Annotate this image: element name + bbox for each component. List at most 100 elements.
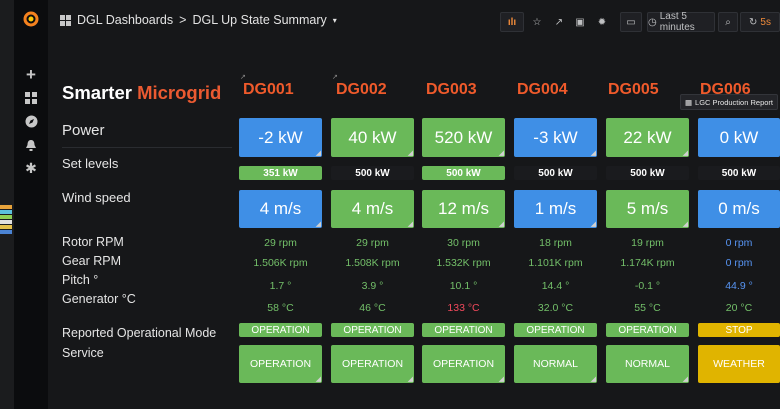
add-panel-icon[interactable]: ılı [500,12,524,32]
resize-corner-icon: ◢ [407,150,413,157]
plus-icon[interactable]: + [22,65,40,84]
edge-strip [0,230,12,234]
resize-corner-icon: ◢ [682,376,688,383]
power-tile-dg003[interactable]: 520 kW ◢ [422,118,505,157]
rotor-rpm-dg005: 19 rpm [631,237,664,249]
power-tile-dg005[interactable]: 22 kW ◢ [606,118,689,157]
breadcrumb-root[interactable]: DGL Dashboards [77,13,173,27]
power-value: 40 kW [348,127,397,147]
power-tile-dg002[interactable]: 40 kW ◢ [331,118,414,157]
wind-value: 5 m/s [626,199,669,218]
resize-corner-icon: ◢ [315,376,321,383]
pitch-dg001: 1.7 ° [269,280,292,292]
set-level-tile-dg006[interactable]: 500 kW [698,166,780,180]
tv-mode-icon[interactable]: ▭ [620,12,642,32]
generator-header-dg003[interactable]: DG003 [426,81,477,99]
star-icon[interactable]: ☆ [527,12,547,32]
set-level-tile-dg004[interactable]: 500 kW [514,166,597,180]
refresh-picker[interactable]: ↻ 5s [740,12,780,32]
panel-link-icon[interactable]: ↗ [240,73,246,81]
power-tile-dg001[interactable]: -2 kW ◢ [239,118,322,157]
chevron-down-icon[interactable]: ▾ [333,16,337,25]
mode-value: OPERATION [343,324,402,336]
edge-strip [0,220,12,224]
wind-value: 4 m/s [259,199,302,218]
save-icon[interactable]: ▣ [570,12,590,32]
service-tile-dg001[interactable]: OPERATION ◢ [239,345,322,383]
mode-tile-dg004[interactable]: OPERATION [514,323,597,337]
edge-strip [0,205,12,209]
service-tile-dg004[interactable]: NORMAL ◢ [514,345,597,383]
rotor-rpm-dg002: 29 rpm [356,237,389,249]
share-icon[interactable]: ↗ [549,12,569,32]
gear-rpm-dg005: 1.174K rpm [620,257,675,269]
power-tile-dg004[interactable]: -3 kW ◢ [514,118,597,157]
set-level-value: 351 kW [263,167,298,179]
zoom-out-icon[interactable]: ⌕ [718,12,738,32]
wind-tile-dg001[interactable]: 4 m/s ◢ [239,190,322,228]
settings-gear-icon[interactable]: ✹ [592,12,612,32]
service-tile-dg003[interactable]: OPERATION ◢ [422,345,505,383]
wind-tile-dg005[interactable]: 5 m/s ◢ [606,190,689,228]
set-level-value: 500 kW [721,167,757,179]
title-text: Smarter [62,82,138,103]
dashboards-icon[interactable] [22,89,40,107]
power-tile-dg006[interactable]: 0 kW [698,118,780,157]
service-value: NORMAL [533,358,578,370]
generator-header-dg004[interactable]: DG004 [517,81,568,99]
wind-tile-dg006[interactable]: 0 m/s [698,190,780,228]
wind-tile-dg004[interactable]: 1 m/s ◢ [514,190,597,228]
row-label-set-levels: Set levels [62,156,119,171]
breadcrumb[interactable]: DGL Dashboards > DGL Up State Summary ▾ [60,13,337,27]
resize-corner-icon: ◢ [682,221,688,228]
set-level-tile-dg005[interactable]: 500 kW [606,166,689,180]
refresh-interval-label: 5s [760,16,771,28]
time-range-label: Last 5 minutes [659,11,695,33]
row-label-operational-mode: Reported Operational Mode [62,326,217,340]
generator-header-dg006[interactable]: DG006 [700,81,751,99]
service-tile-dg002[interactable]: OPERATION ◢ [331,345,414,383]
resize-corner-icon: ◢ [590,221,596,228]
service-tile-dg006[interactable]: WEATHER [698,345,780,383]
grid-icon: ▦ [684,97,693,107]
resize-corner-icon: ◢ [682,150,688,157]
mode-tile-dg006[interactable]: STOP [698,323,780,337]
rotor-rpm-dg006: 0 rpm [725,237,753,249]
mode-tile-dg005[interactable]: OPERATION [606,323,689,337]
refresh-icon: ↻ [749,16,758,28]
generator-header-dg005[interactable]: DG005 [608,81,659,99]
generator-header-dg001[interactable]: DG001 [243,81,294,99]
set-level-tile-dg002[interactable]: 500 kW [331,166,414,180]
mode-tile-dg002[interactable]: OPERATION [331,323,414,337]
set-level-tile-dg001[interactable]: 351 kW [239,166,322,180]
wind-tile-dg003[interactable]: 12 m/s ◢ [422,190,505,228]
resize-corner-icon: ◢ [315,221,321,228]
breadcrumb-current[interactable]: DGL Up State Summary [192,13,326,27]
mode-value: OPERATION [526,324,585,336]
row-label-pitch: Pitch ° [62,273,99,287]
explore-icon[interactable] [22,112,40,130]
grafana-logo-icon[interactable] [22,10,40,28]
breadcrumb-separator: > [179,13,187,27]
gear-icon[interactable]: ✱ [22,159,40,177]
mode-value: OPERATION [251,324,310,336]
power-value: 22 kW [623,127,672,147]
edge-strip [0,215,12,219]
set-level-value: 500 kW [538,167,573,179]
wind-value: 4 m/s [351,199,394,218]
mode-value: OPERATION [434,324,493,336]
generator-header-dg002[interactable]: DG002 [336,81,387,99]
power-value: 0 kW [719,127,759,147]
generator-temp-dg001: 58 °C [267,302,294,314]
service-tile-dg005[interactable]: NORMAL ◢ [606,345,689,383]
time-range-picker[interactable]: ◷ Last 5 minutes [647,11,715,33]
mode-tile-dg001[interactable]: OPERATION [239,323,322,337]
mode-tile-dg003[interactable]: OPERATION [422,323,505,337]
panel-link-icon[interactable]: ↗ [332,73,338,81]
set-level-tile-dg003[interactable]: 500 kW [422,166,505,180]
gear-rpm-dg004: 1.101K rpm [528,257,583,269]
wind-tile-dg002[interactable]: 4 m/s ◢ [331,190,414,228]
top-navbar: DGL Dashboards > DGL Up State Summary ▾ … [48,0,780,44]
generator-temp-dg005: 55 °C [634,302,661,314]
alerting-bell-icon[interactable] [22,136,40,154]
